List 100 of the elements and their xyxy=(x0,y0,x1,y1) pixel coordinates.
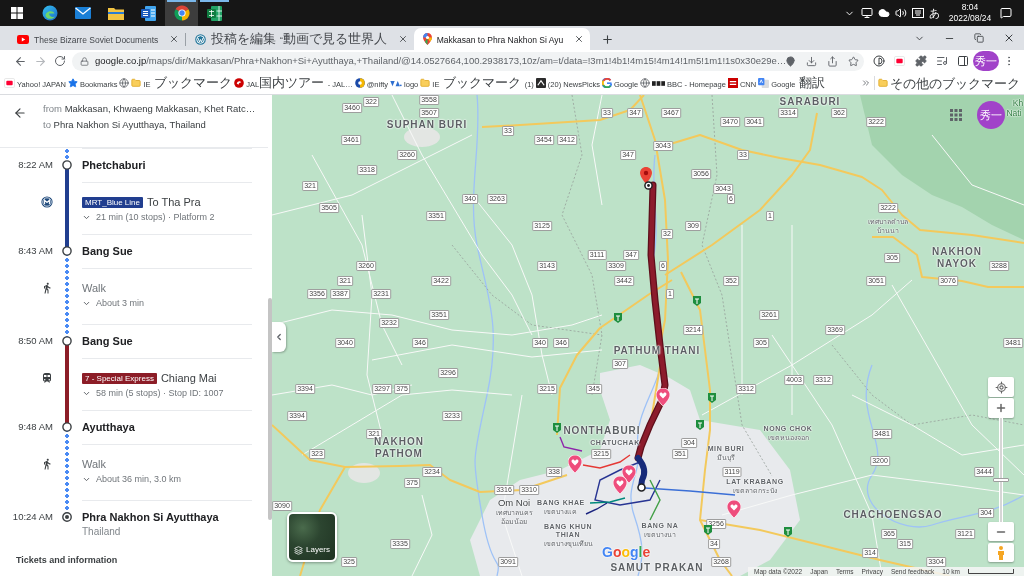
map-pin-icon xyxy=(422,33,432,45)
plus-icon xyxy=(995,402,1007,414)
browser-tab[interactable]: Makkasan to Phra Nakhon Si Ayu xyxy=(413,28,591,50)
metro-icon xyxy=(41,196,53,208)
expressway-sign-icon xyxy=(614,313,622,323)
browser-tab[interactable]: 投稿を編集 “動画で見る世界人 xyxy=(186,28,414,50)
zoom-out-button[interactable] xyxy=(988,522,1014,541)
stop-marker-icon xyxy=(62,422,72,432)
wave-circle-icon xyxy=(41,5,58,21)
urban-area xyxy=(404,127,440,147)
trip-details-toggle[interactable]: 21 min (10 stops) · Platform 2 xyxy=(82,211,215,224)
trip-details-toggle[interactable]: About 3 min xyxy=(82,297,145,310)
scale-bar xyxy=(968,569,1014,574)
address-bar[interactable]: google.co.jp/maps/dir/Makkasan/Phra+Nakhon+Si+Ayutthaya,+Thailand/@14.0527664,100.2938173,10z/am=t/data=!3m1!4b1!4m15!4m14!1m5!1m1!1s0x30e29e… xyxy=(72,51,864,71)
clock-date: 2022/08/24 xyxy=(948,13,992,24)
share-icon xyxy=(827,55,838,67)
expressway-sign-icon xyxy=(693,296,701,306)
close-icon xyxy=(169,34,180,44)
favicon-icon xyxy=(727,78,738,88)
close-icon xyxy=(574,34,585,44)
chevron-down-icon xyxy=(82,213,91,222)
favicon-icon xyxy=(354,78,365,88)
trip-details-toggle[interactable]: About 36 min, 3.0 km xyxy=(82,473,182,486)
walk-label: Walk xyxy=(82,457,108,471)
favicon-icon xyxy=(652,80,666,86)
bookmark-folder[interactable]: その他のブックマーク xyxy=(877,73,1021,93)
circle-logo-icon xyxy=(195,33,207,45)
expressway-sign-icon xyxy=(708,393,716,403)
favicon-icon xyxy=(894,56,905,66)
stop-marker-icon xyxy=(62,246,72,256)
stop-ring-icon xyxy=(644,181,653,190)
cloud-icon xyxy=(877,7,890,19)
side-panel-icon xyxy=(956,55,969,67)
chevron-down-icon xyxy=(82,475,91,484)
lock-icon xyxy=(80,56,89,66)
folder-icon xyxy=(420,78,431,88)
folder-icon xyxy=(107,6,124,20)
line-badge: MRT_Blue Line xyxy=(82,196,143,208)
walking-person-icon xyxy=(41,282,53,294)
province-label: NAKHON NAYOK xyxy=(931,246,983,270)
stop-time: 10:24 AM xyxy=(12,511,53,523)
layers-icon xyxy=(294,546,303,555)
heart-pin-icon xyxy=(656,388,670,406)
layers-button[interactable]: Layers xyxy=(287,512,337,562)
stop-marker-icon xyxy=(62,336,72,346)
message-icon xyxy=(999,7,1012,19)
stop-time: 9:48 AM xyxy=(18,421,53,433)
start-point-icon xyxy=(636,482,646,492)
heart-pin-icon xyxy=(613,476,627,494)
favicon-icon xyxy=(234,78,245,88)
zoom-in-button[interactable] xyxy=(988,398,1014,418)
expressway-sign-icon xyxy=(553,423,561,433)
puzzle-icon xyxy=(914,55,927,67)
chevron-down-icon xyxy=(82,389,91,398)
urban-area xyxy=(348,463,380,483)
park-label: Nati xyxy=(1006,108,1022,118)
spreadsheet-tile-icon xyxy=(207,5,222,21)
list-icon xyxy=(935,55,948,67)
province-label: SUPHAN BURI xyxy=(386,119,468,131)
line-badge: 7 - Special Express xyxy=(82,372,157,384)
apps-button[interactable] xyxy=(949,108,963,122)
stop-time: 8:50 AM xyxy=(18,335,53,347)
chevron-down-icon xyxy=(82,299,91,308)
close-icon xyxy=(1003,32,1015,44)
zoom-slider-thumb[interactable] xyxy=(993,478,1009,482)
half-circle-icon xyxy=(872,55,885,67)
province-label: NONTHABURI xyxy=(563,425,641,437)
route-origin-text: from Makkasan, Khwaeng Makkasan, Khet Ratc… xyxy=(43,102,256,116)
arrow-right-icon xyxy=(33,54,47,68)
collapse-panel-button[interactable] xyxy=(272,322,286,352)
monitor-icon xyxy=(860,7,873,19)
folder-icon xyxy=(878,78,888,88)
stop-name: Phetchaburi xyxy=(82,158,147,172)
stop-name: Bang Sue xyxy=(82,334,134,348)
park-label: Kh xyxy=(1012,98,1024,108)
route-destination-text: to Phra Nakhon Si Ayutthaya, Thailand xyxy=(43,118,207,132)
rail-line xyxy=(559,436,583,452)
section-heading: Tickets and information xyxy=(16,555,119,565)
arrow-left-icon xyxy=(13,106,27,120)
arrow-left-icon xyxy=(13,54,27,68)
plus-icon xyxy=(600,32,614,46)
trip-details-toggle[interactable]: 58 min (5 stops) · Stop ID: 1007 xyxy=(82,387,224,400)
profile-avatar[interactable]: 秀一 xyxy=(973,51,999,71)
play-logo-icon xyxy=(17,34,29,44)
favicon-icon xyxy=(535,78,546,88)
clock-time: 8:04 xyxy=(961,2,979,13)
favicon-icon xyxy=(601,78,612,88)
walk-label: Walk xyxy=(82,281,108,295)
windows-logo-icon xyxy=(10,7,23,19)
walking-person-icon xyxy=(41,458,53,470)
expressway-sign-icon xyxy=(704,525,712,535)
heart-pin-icon xyxy=(568,455,582,473)
input-mode-indicator[interactable]: あ xyxy=(926,6,942,20)
map-pin-icon xyxy=(785,55,796,67)
my-location-button[interactable] xyxy=(988,377,1014,397)
envelope-icon xyxy=(74,7,91,19)
taskbar-app-button[interactable] xyxy=(165,0,198,26)
headsign-text: To Tha Pra xyxy=(147,195,201,209)
map-logo: Google xyxy=(602,544,651,560)
browser-tab[interactable]: These Bizarre Soviet Documents xyxy=(8,28,186,50)
